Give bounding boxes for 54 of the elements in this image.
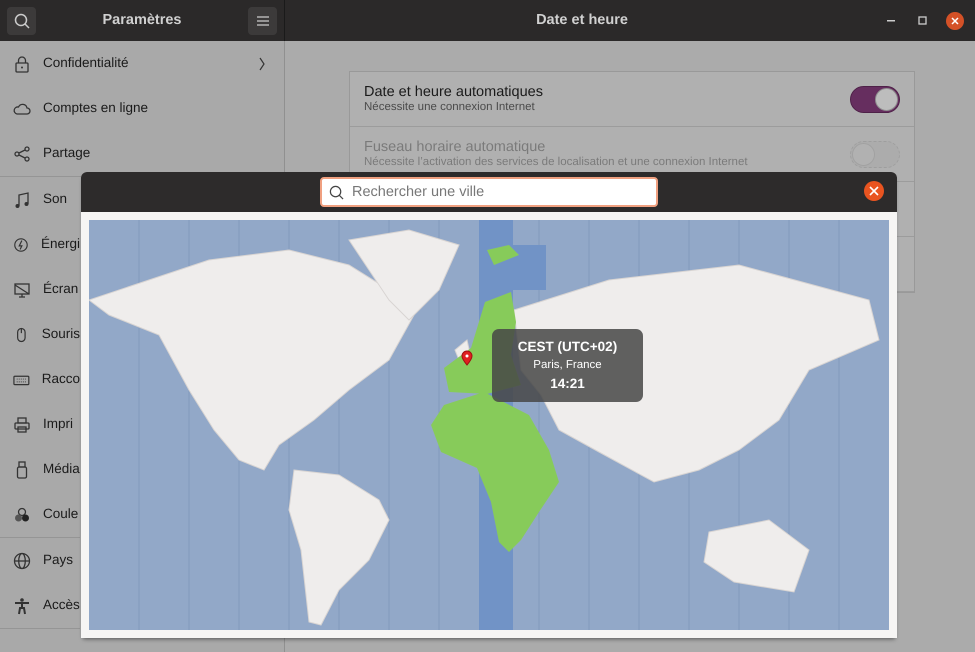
sidebar-item[interactable]: Pays [0,538,80,583]
time-label: 14:21 [550,375,585,394]
sidebar-label: Partage [43,144,90,162]
window-title: Paramètres [102,10,182,30]
menu-button[interactable] [248,6,277,34]
sidebar-item[interactable]: Partage [0,131,284,176]
printer-icon [13,416,31,434]
minimize-icon [887,20,895,22]
sidebar-item[interactable]: Énergi [0,222,80,267]
sidebar-item[interactable]: Accès [0,583,80,628]
sidebar-label: Coule [43,505,78,524]
share-icon [13,144,31,162]
sidebar-label: Impri [43,415,73,434]
sidebar-item[interactable]: Comptes en ligne [0,86,284,131]
sidebar-item[interactable]: Média [0,447,80,492]
search-icon [14,12,30,28]
sidebar-item[interactable]: Souris [0,312,80,357]
sidebar-label: Énergi [40,235,80,254]
sidebar-item[interactable]: Impri [0,402,80,447]
sidebar-label: Souris [42,325,80,344]
close-button[interactable] [864,181,884,201]
sidebar-label: Comptes en ligne [43,99,148,118]
chevron-icon [259,56,265,70]
city-label: Paris, France [533,358,602,373]
toggle-switch[interactable] [850,86,900,112]
color-circles-icon [13,506,31,524]
sidebar-label: Écran [43,280,78,298]
panel-title: Date et heure [536,10,628,30]
sidebar-item[interactable]: Coule [0,492,80,537]
menu-icon [256,16,268,26]
city-search-field[interactable]: Rechercher une ville [320,177,658,207]
setting-description: Nécessite une connexion Internet [364,101,536,114]
lock-icon [13,54,31,72]
maximize-icon [918,16,928,26]
close-icon [869,186,879,196]
setting-title: Date et heure automatiques [364,84,543,100]
power-icon [13,236,29,254]
sidebar-label: Confidentialité [43,54,129,72]
sidebar-item[interactable]: Racco [0,357,80,402]
sidebar-item[interactable]: Son [0,177,80,222]
sidebar-label: Média [43,460,80,478]
monitor-icon [13,280,31,298]
timezone-label: CEST (UTC+02) [518,338,618,356]
sidebar-item[interactable]: Écran [0,267,80,312]
music-note-icon [13,190,31,208]
globe-icon [13,552,31,570]
sidebar-label: Pays [43,551,74,570]
sidebar-label: Accès [43,596,80,614]
sidebar-label: Racco [42,370,80,388]
sidebar-label: Son [43,190,68,208]
accessibility-icon [13,596,31,614]
sidebar-item[interactable]: Confidentialité [0,41,284,86]
search-button[interactable] [7,6,36,34]
location-pin-icon [461,350,473,366]
